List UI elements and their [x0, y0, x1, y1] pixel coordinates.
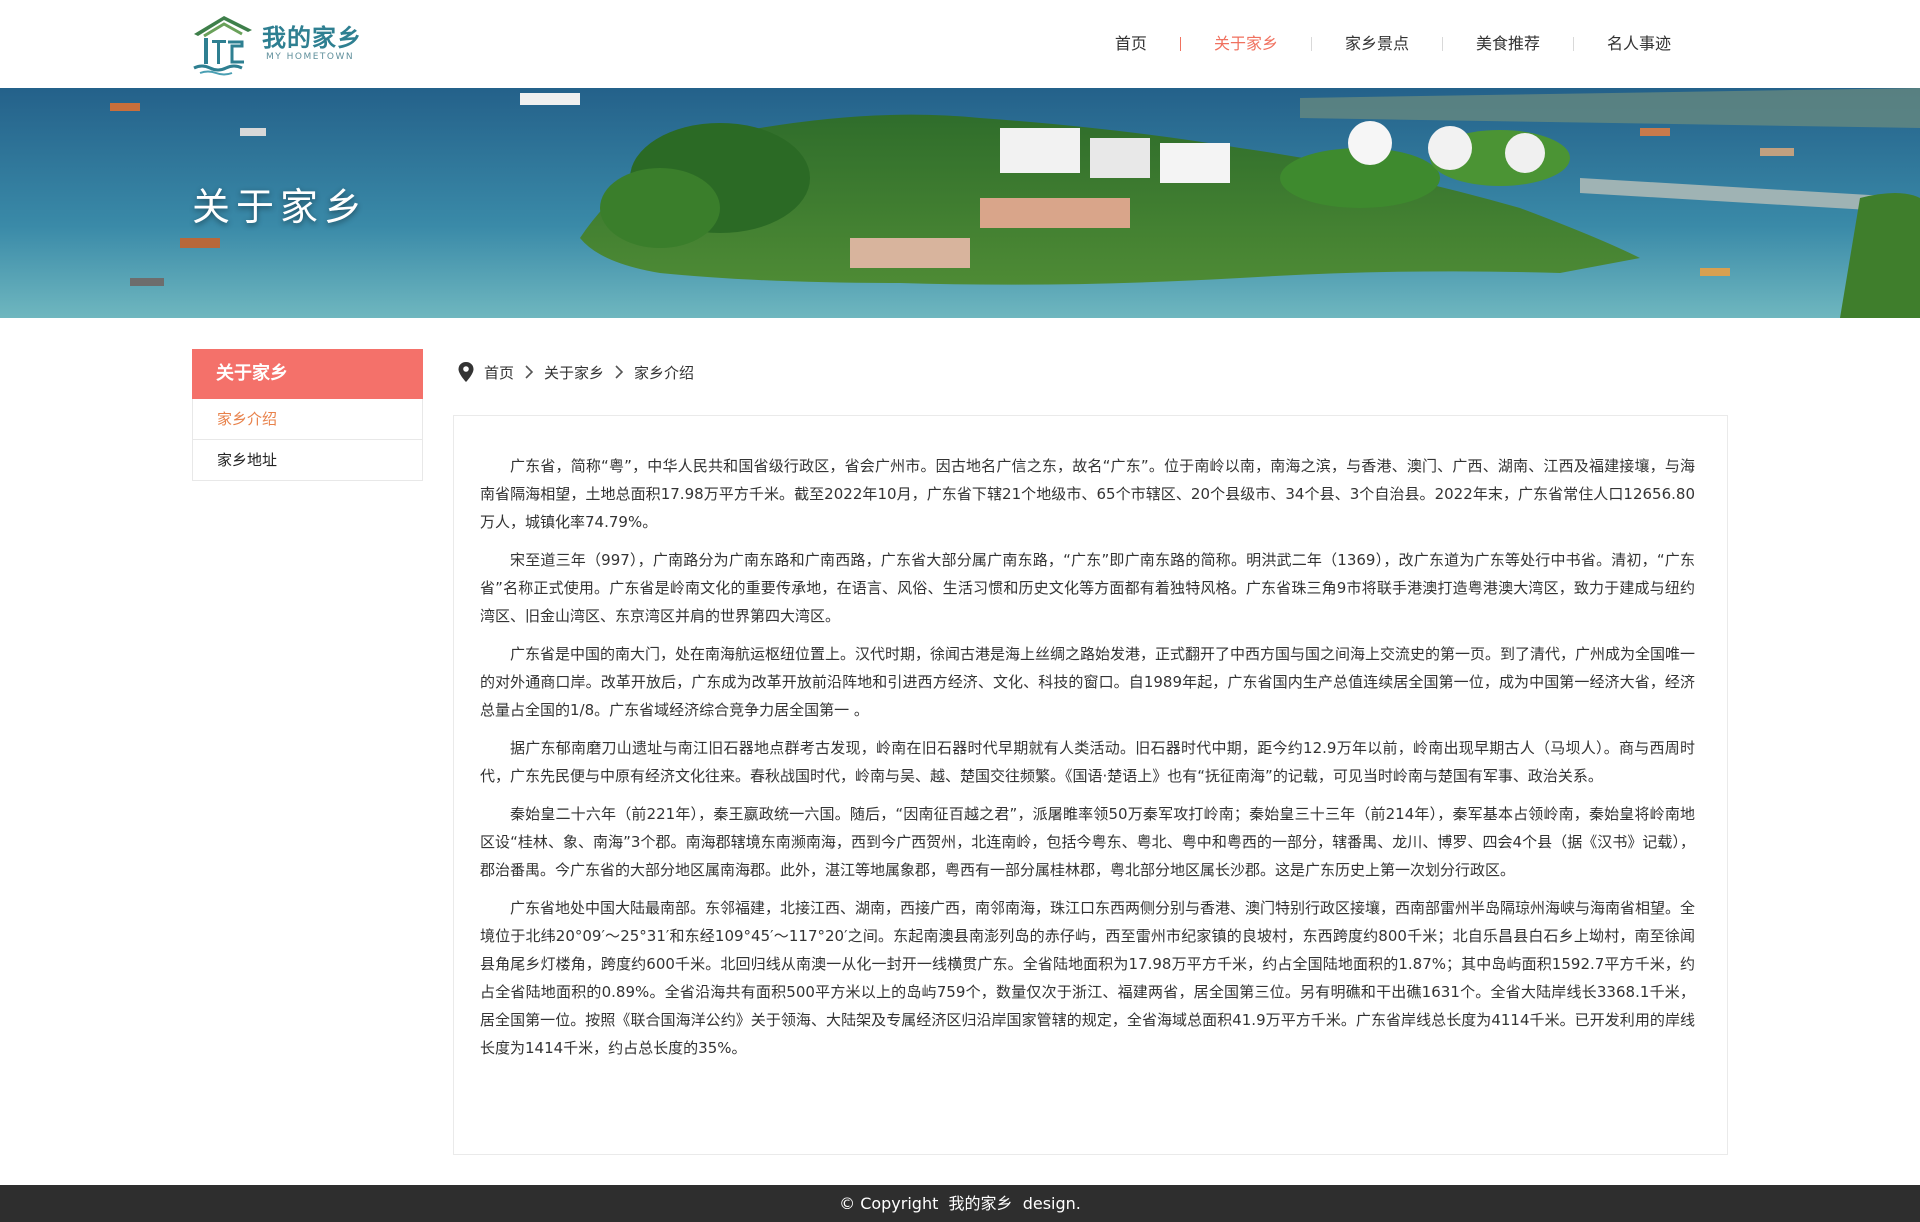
logo-title: 我的家乡	[262, 24, 362, 52]
site-header: 我的家乡 MY HOMETOWN 首页 关于家乡 家乡景点 美食推荐 名人事迹	[0, 0, 1920, 88]
footer-text: Copyright 我的家乡 design.	[860, 1194, 1081, 1213]
chevron-right-icon	[525, 365, 534, 379]
hero-banner: 关于家乡	[0, 88, 1920, 318]
site-logo[interactable]: 我的家乡 MY HOMETOWN	[190, 10, 370, 78]
article-paragraph: 广东省是中国的南大门，处在南海航运枢纽位置上。汉代时期，徐闻古港是海上丝绸之路始…	[480, 645, 1696, 719]
article-paragraph: 秦始皇二十六年（前221年），秦王嬴政统一六国。随后，“因南征百越之君”，派屠睢…	[480, 805, 1695, 879]
nav-food[interactable]: 美食推荐	[1443, 28, 1573, 60]
nav-famous-people[interactable]: 名人事迹	[1574, 28, 1704, 60]
article-content: 广东省，简称“粤”，中华人民共和国省级行政区，省会广州市。因古地名广信之东，故名…	[453, 415, 1728, 1155]
copyright-icon: ©	[839, 1194, 856, 1213]
nav-attractions[interactable]: 家乡景点	[1312, 28, 1442, 60]
breadcrumb-current: 家乡介绍	[634, 363, 695, 382]
article-paragraph: 广东省地处中国大陆最南部。东邻福建，北接江西、湖南，西接广西，南邻南海，珠江口东…	[480, 899, 1696, 1057]
chevron-right-icon	[615, 365, 624, 379]
article-paragraph: 据广东郁南磨刀山遗址与南江旧石器地点群考古发现，岭南在旧石器时代早期就有人类活动…	[480, 739, 1695, 785]
article-paragraph: 广东省，简称“粤”，中华人民共和国省级行政区，省会广州市。因古地名广信之东，故名…	[480, 457, 1695, 531]
site-footer: © Copyright 我的家乡 design.	[0, 1185, 1920, 1222]
banner-title: 关于家乡	[192, 185, 369, 229]
sidebar-title: 关于家乡	[192, 349, 423, 399]
nav-home[interactable]: 首页	[1082, 28, 1180, 60]
logo-subtitle: MY HOMETOWN	[266, 52, 355, 62]
sidebar: 关于家乡 家乡介绍 家乡地址	[192, 349, 423, 481]
sidebar-item-introduction[interactable]: 家乡介绍	[192, 399, 423, 440]
article-paragraph: 宋至道三年（997），广南路分为广南东路和广南西路，广东省大部分属广南东路，“广…	[480, 551, 1695, 625]
sidebar-item-address[interactable]: 家乡地址	[192, 440, 423, 481]
location-pin-icon	[458, 362, 474, 382]
nav-about-hometown[interactable]: 关于家乡	[1181, 28, 1311, 60]
breadcrumb: 首页 关于家乡 家乡介绍	[458, 360, 694, 384]
breadcrumb-home[interactable]: 首页	[484, 362, 514, 383]
house-logo-icon	[193, 16, 252, 76]
breadcrumb-about[interactable]: 关于家乡	[544, 362, 604, 383]
main-nav: 首页 关于家乡 家乡景点 美食推荐 名人事迹	[1082, 28, 1704, 60]
